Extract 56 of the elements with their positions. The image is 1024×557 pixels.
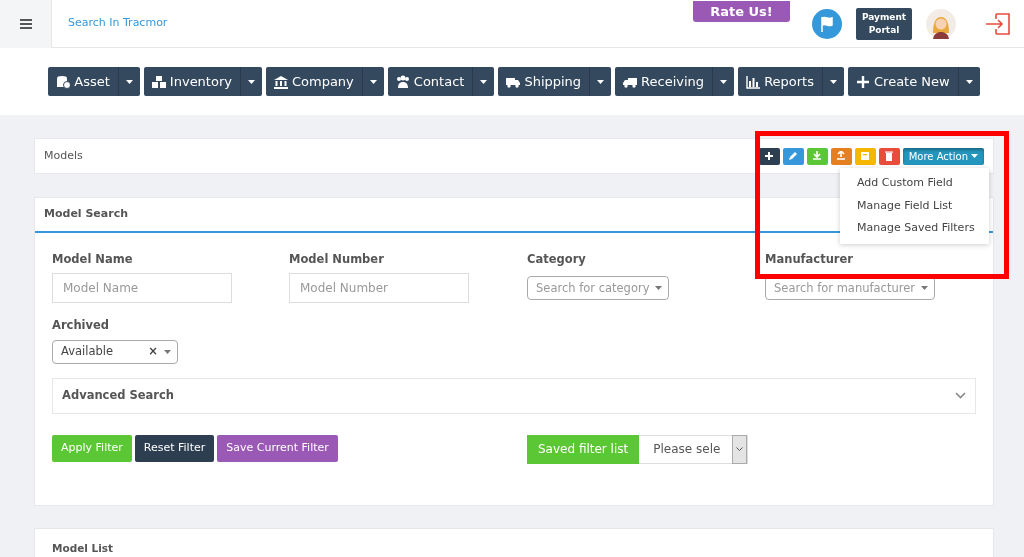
- filter-button[interactable]: Reset Filter: [134, 434, 215, 462]
- payment-portal-button[interactable]: Payment Portal: [856, 7, 912, 40]
- caret-icon: [920, 286, 928, 291]
- avatar-icon[interactable]: [926, 8, 956, 39]
- caret-icon: [720, 79, 728, 84]
- rate-us-button[interactable]: Rate Us!: [693, 1, 790, 22]
- trash-button[interactable]: [878, 147, 900, 165]
- filter-button[interactable]: Save Current Filter: [217, 434, 338, 462]
- trash-icon: [884, 151, 895, 161]
- menu-icon[interactable]: [19, 18, 32, 29]
- panel-title: Models: [44, 147, 83, 164]
- caret-icon: [597, 79, 605, 84]
- caret-icon: [247, 79, 255, 84]
- plus-icon: [856, 74, 870, 89]
- panel-title: Model Search: [44, 206, 129, 223]
- flag-icon[interactable]: [812, 8, 842, 39]
- cubes-icon: [151, 74, 166, 89]
- field-label: Archived: [52, 317, 111, 335]
- download-icon: [812, 151, 823, 161]
- panel-title: Model List: [52, 542, 114, 554]
- chevron-icon: [736, 446, 744, 452]
- field-label: Category: [527, 251, 587, 268]
- menu-item[interactable]: Manage Field List: [840, 194, 989, 217]
- saved-filter-label: Saved filter list: [527, 434, 640, 464]
- bar-chart-icon: [746, 74, 761, 89]
- caret-icon: [125, 79, 133, 84]
- upload-icon: [836, 151, 847, 161]
- field-label: Model Name: [52, 251, 134, 268]
- caret-icon: [830, 79, 837, 84]
- caret-icon: [369, 79, 377, 84]
- saved-filter-select[interactable]: Please sele: [639, 434, 749, 464]
- section-title: Advanced Search: [62, 386, 174, 404]
- field-label: Model Number: [289, 251, 385, 268]
- archive-icon: [860, 151, 871, 161]
- clear-button[interactable]: ×: [148, 342, 158, 361]
- advanced-search-bar[interactable]: Advanced Search: [52, 377, 976, 414]
- menu-item[interactable]: Add Custom Field: [840, 172, 989, 195]
- caret-icon: [965, 79, 973, 84]
- plus-button[interactable]: [758, 147, 780, 165]
- bank-icon: [273, 74, 288, 89]
- logout-icon[interactable]: [984, 11, 1012, 36]
- users-icon: [395, 74, 410, 89]
- input-field[interactable]: Model Number: [289, 273, 469, 304]
- caret-icon: [655, 286, 663, 291]
- pencil-icon: [788, 151, 799, 161]
- plus-icon: [764, 151, 775, 161]
- upload-button[interactable]: [830, 147, 852, 165]
- caret-icon: [971, 154, 978, 158]
- coins-icon: [56, 74, 71, 89]
- caret-icon: [164, 349, 171, 354]
- chevron-icon: [955, 392, 966, 399]
- menu-item[interactable]: Manage Saved Filters: [840, 217, 989, 240]
- caret-icon: [480, 79, 488, 84]
- field-label: Manufacturer: [765, 251, 854, 268]
- input-field[interactable]: Model Name: [52, 273, 232, 304]
- select-field[interactable]: Available ×: [52, 339, 178, 364]
